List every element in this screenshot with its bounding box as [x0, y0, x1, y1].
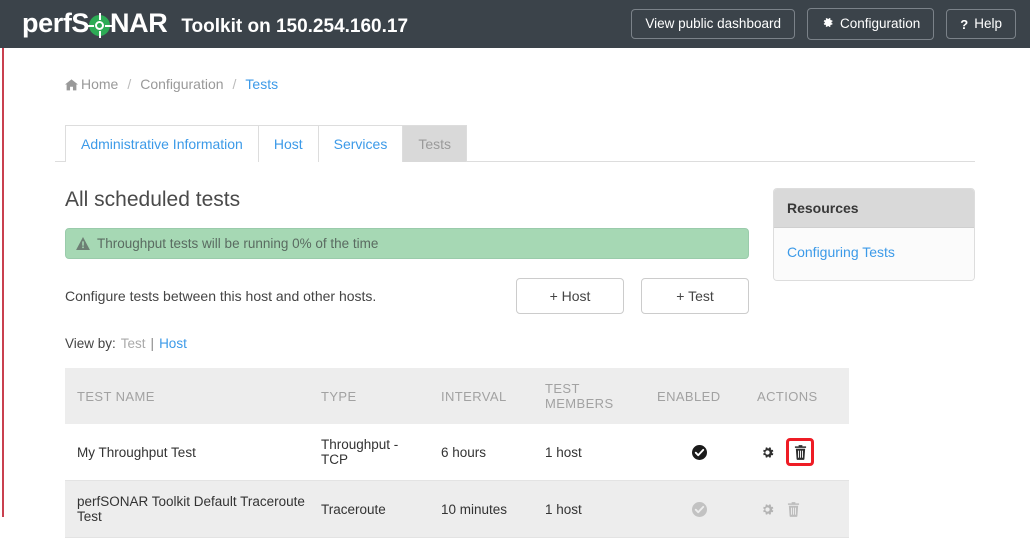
gear-icon	[821, 16, 834, 32]
breadcrumb-separator: /	[232, 76, 237, 92]
cell-type: Traceroute	[313, 480, 433, 538]
cell-enabled	[649, 424, 749, 482]
resources-panel-body: Configuring Tests	[774, 228, 974, 281]
view-by-label: View by:	[65, 336, 116, 352]
view-by-switcher: View by: Test | Host	[65, 336, 749, 351]
check-circle-icon	[657, 501, 741, 517]
view-by-separator: |	[150, 336, 155, 352]
cell-test-name: perfSONAR Toolkit Default Traceroute Tes…	[65, 480, 313, 538]
target-crosshair-icon	[87, 13, 113, 38]
configuration-label: Configuration	[839, 16, 921, 32]
cell-interval: 6 hours	[433, 424, 537, 482]
scheduled-tests-table: TEST NAME TYPE INTERVAL TEST MEMBERS ENA…	[65, 368, 849, 538]
add-buttons-group: + Host + Test	[516, 278, 749, 315]
configuring-tests-link[interactable]: Configuring Tests	[787, 244, 895, 260]
breadcrumb-item-home[interactable]: Home	[65, 76, 118, 92]
configure-description: Configure tests between this host and ot…	[65, 288, 377, 305]
table-row: My Throughput Test Throughput - TCP 6 ho…	[65, 424, 849, 482]
tab-host[interactable]: Host	[258, 125, 319, 163]
throughput-alert-text: Throughput tests will be running 0% of t…	[97, 236, 379, 252]
navbar-actions: View public dashboard Configuration ? He…	[631, 8, 1016, 40]
top-navbar: perfS NAR Toolkit on 150.254.160.17 View…	[0, 0, 1030, 48]
breadcrumb-item-configuration[interactable]: Configuration	[140, 76, 223, 92]
home-icon	[65, 79, 78, 91]
page-body: Home / Configuration / Tests Administrat…	[0, 48, 1030, 538]
resources-panel: Resources Configuring Tests	[773, 188, 975, 282]
content-columns: All scheduled tests Throughput tests wil…	[55, 188, 975, 538]
breadcrumb-item-tests[interactable]: Tests	[245, 76, 278, 92]
add-host-button[interactable]: + Host	[516, 278, 624, 315]
cell-test-name: My Throughput Test	[65, 424, 313, 482]
brand-logo: perfS NAR	[22, 8, 168, 38]
table-body: My Throughput Test Throughput - TCP 6 ho…	[65, 424, 849, 538]
toolkit-host-title: Toolkit on 150.254.160.17	[181, 16, 409, 37]
cell-interval: 10 minutes	[433, 480, 537, 538]
tab-administrative-information[interactable]: Administrative Information	[65, 125, 259, 163]
sidebar-column: Resources Configuring Tests	[773, 188, 975, 538]
breadcrumb-separator: /	[127, 76, 132, 92]
column-header-interval: INTERVAL	[433, 368, 537, 425]
add-test-button[interactable]: + Test	[641, 278, 749, 315]
table-row: perfSONAR Toolkit Default Traceroute Tes…	[65, 480, 849, 538]
cell-test-members: 1 host	[537, 424, 649, 482]
brand-logo-suffix: NAR	[110, 8, 168, 38]
tab-bar: Administrative Information Host Services…	[55, 124, 975, 163]
cell-enabled	[649, 480, 749, 538]
brand-logo-prefix: perfS	[22, 8, 90, 38]
brand: perfS NAR Toolkit on 150.254.160.17	[22, 10, 408, 38]
configure-row: Configure tests between this host and ot…	[65, 278, 749, 315]
column-header-test-name: TEST NAME	[65, 368, 313, 425]
resources-panel-title: Resources	[774, 189, 974, 229]
check-circle-icon	[657, 444, 741, 460]
cell-type: Throughput - TCP	[313, 424, 433, 482]
tab-tests[interactable]: Tests	[403, 125, 468, 163]
view-public-dashboard-button[interactable]: View public dashboard	[631, 9, 795, 39]
question-mark-icon: ?	[960, 16, 969, 32]
column-header-enabled: ENABLED	[649, 368, 749, 425]
column-header-test-members: TEST MEMBERS	[537, 368, 649, 425]
breadcrumb: Home / Configuration / Tests	[55, 76, 975, 92]
column-header-test-members-line1: TEST	[545, 381, 580, 397]
table-header-row: TEST NAME TYPE INTERVAL TEST MEMBERS ENA…	[65, 368, 849, 425]
view-public-dashboard-label: View public dashboard	[645, 16, 781, 32]
column-header-type: TYPE	[313, 368, 433, 425]
view-by-test[interactable]: Test	[121, 336, 146, 351]
warning-triangle-icon	[76, 237, 90, 251]
page-container: Home / Configuration / Tests Administrat…	[55, 76, 975, 538]
breadcrumb-home-label: Home	[81, 76, 119, 92]
page-title: All scheduled tests	[65, 188, 241, 212]
throughput-alert: Throughput tests will be running 0% of t…	[65, 228, 749, 260]
table-header: TEST NAME TYPE INTERVAL TEST MEMBERS ENA…	[65, 368, 849, 425]
cell-test-members: 1 host	[537, 480, 649, 538]
tab-services[interactable]: Services	[318, 125, 404, 163]
help-button[interactable]: ? Help	[946, 9, 1016, 39]
column-header-test-members-line2: MEMBERS	[545, 396, 614, 412]
main-column: All scheduled tests Throughput tests wil…	[65, 188, 849, 538]
configuration-button[interactable]: Configuration	[806, 8, 935, 40]
view-by-host[interactable]: Host	[159, 336, 187, 351]
help-label: Help	[974, 16, 1002, 32]
